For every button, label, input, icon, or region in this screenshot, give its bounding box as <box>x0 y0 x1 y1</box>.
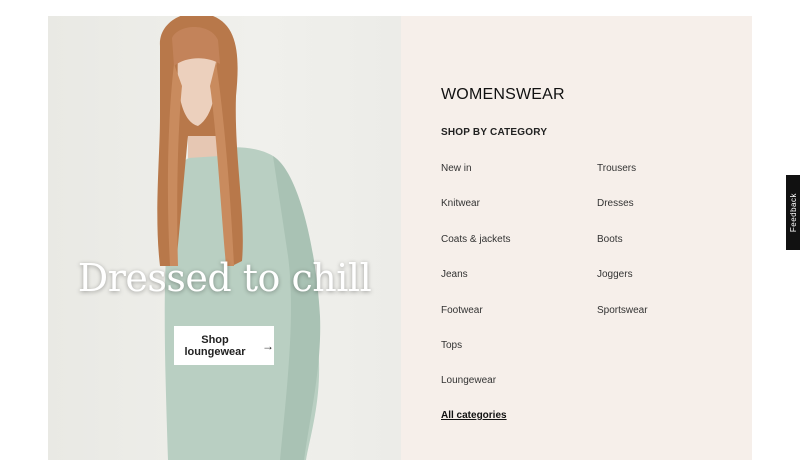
category-link-sportswear[interactable]: Sportswear <box>597 304 648 339</box>
category-link-footwear[interactable]: Footwear <box>441 304 510 339</box>
category-link-boots[interactable]: Boots <box>597 233 648 268</box>
all-categories-link[interactable]: All categories <box>441 410 507 421</box>
hero-banner[interactable]: Dressed to chill Shop loungewear → <box>48 16 401 460</box>
shop-loungewear-label: Shop loungewear <box>184 333 246 358</box>
category-link-tops[interactable]: Tops <box>441 339 510 374</box>
category-column-right: Trousers Dresses Boots Joggers Sportswea… <box>597 162 648 339</box>
menu-title: WOMENSWEAR <box>441 86 565 103</box>
arrow-right-icon: → <box>262 338 274 353</box>
feedback-tab[interactable]: Feedback <box>786 175 800 250</box>
category-link-joggers[interactable]: Joggers <box>597 268 648 303</box>
category-link-jeans[interactable]: Jeans <box>441 268 510 303</box>
category-link-knitwear[interactable]: Knitwear <box>441 197 510 232</box>
hero-title: Dressed to chill <box>77 256 372 300</box>
feedback-label: Feedback <box>788 192 798 233</box>
category-link-new-in[interactable]: New in <box>441 162 510 197</box>
menu-subtitle: SHOP BY CATEGORY <box>441 127 548 138</box>
category-link-coats-jackets[interactable]: Coats & jackets <box>441 233 510 268</box>
shop-loungewear-button[interactable]: Shop loungewear → <box>174 326 274 365</box>
category-column-left: New in Knitwear Coats & jackets Jeans Fo… <box>441 162 510 410</box>
category-link-loungewear[interactable]: Loungewear <box>441 374 510 409</box>
category-link-dresses[interactable]: Dresses <box>597 197 648 232</box>
hero-model-image <box>157 16 321 460</box>
category-link-trousers[interactable]: Trousers <box>597 162 648 197</box>
womenswear-menu: WOMENSWEAR SHOP BY CATEGORY New in Knitw… <box>401 16 752 460</box>
